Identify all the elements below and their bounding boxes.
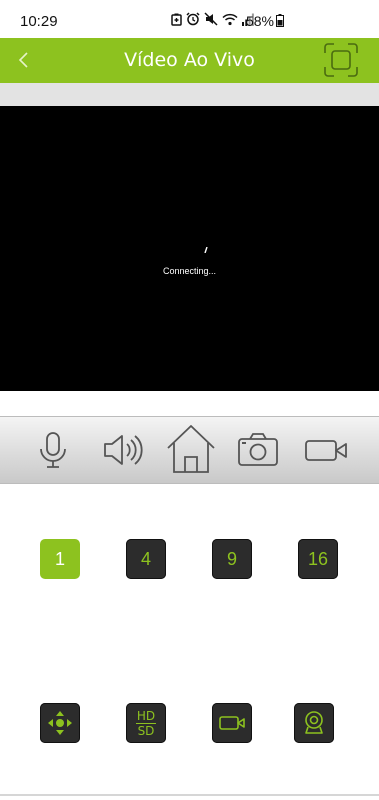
grid-16-button[interactable]: 16 bbox=[298, 539, 338, 579]
mute-icon bbox=[204, 12, 218, 26]
control-toolbar bbox=[0, 416, 379, 484]
speaker-button[interactable] bbox=[96, 425, 146, 475]
snapshot-button[interactable] bbox=[233, 425, 283, 475]
home-button[interactable] bbox=[164, 421, 218, 475]
live-video-view[interactable]: Connecting... bbox=[0, 106, 379, 391]
hd-sd-toggle[interactable]: HD SD bbox=[126, 703, 166, 743]
grid-4-button[interactable]: 4 bbox=[126, 539, 166, 579]
wifi-icon bbox=[222, 13, 238, 25]
record-icon bbox=[219, 716, 245, 730]
connecting-status: Connecting... bbox=[162, 266, 217, 276]
page-title: Vídeo Ao Vivo bbox=[124, 49, 255, 71]
battery-percent: 58% bbox=[245, 13, 274, 29]
sd-label: SD bbox=[137, 723, 155, 738]
loading-spinner-icon bbox=[204, 247, 208, 253]
battery-saver-icon bbox=[171, 13, 182, 26]
camera-view-button[interactable] bbox=[294, 703, 334, 743]
status-time: 10:29 bbox=[20, 13, 58, 30]
home-icon bbox=[167, 425, 215, 473]
spacer bbox=[0, 391, 379, 416]
camera-icon bbox=[238, 433, 278, 466]
speaker-icon bbox=[104, 435, 143, 465]
microphone-button[interactable] bbox=[28, 425, 78, 475]
microphone-icon bbox=[40, 432, 66, 468]
ptz-control-icon bbox=[48, 711, 72, 735]
fullscreen-icon[interactable] bbox=[324, 43, 358, 77]
grid-9-button[interactable]: 9 bbox=[212, 539, 252, 579]
grid-1-button[interactable]: 1 bbox=[40, 539, 80, 579]
battery-icon bbox=[276, 14, 284, 27]
status-bar: 10:29 58% bbox=[0, 0, 379, 38]
hd-sd-label: HD SD bbox=[136, 710, 156, 737]
app-header: Vídeo Ao Vivo bbox=[0, 38, 379, 83]
bottom-divider bbox=[0, 794, 379, 796]
alarm-icon bbox=[186, 12, 200, 26]
hd-label: HD bbox=[136, 708, 156, 723]
status-icons bbox=[171, 12, 254, 26]
divider-strip bbox=[0, 83, 379, 106]
ptz-control-button[interactable] bbox=[40, 703, 80, 743]
video-record-icon bbox=[305, 440, 347, 461]
camera-view-icon bbox=[305, 711, 323, 734]
record-button[interactable] bbox=[302, 425, 352, 475]
local-record-button[interactable] bbox=[212, 703, 252, 743]
